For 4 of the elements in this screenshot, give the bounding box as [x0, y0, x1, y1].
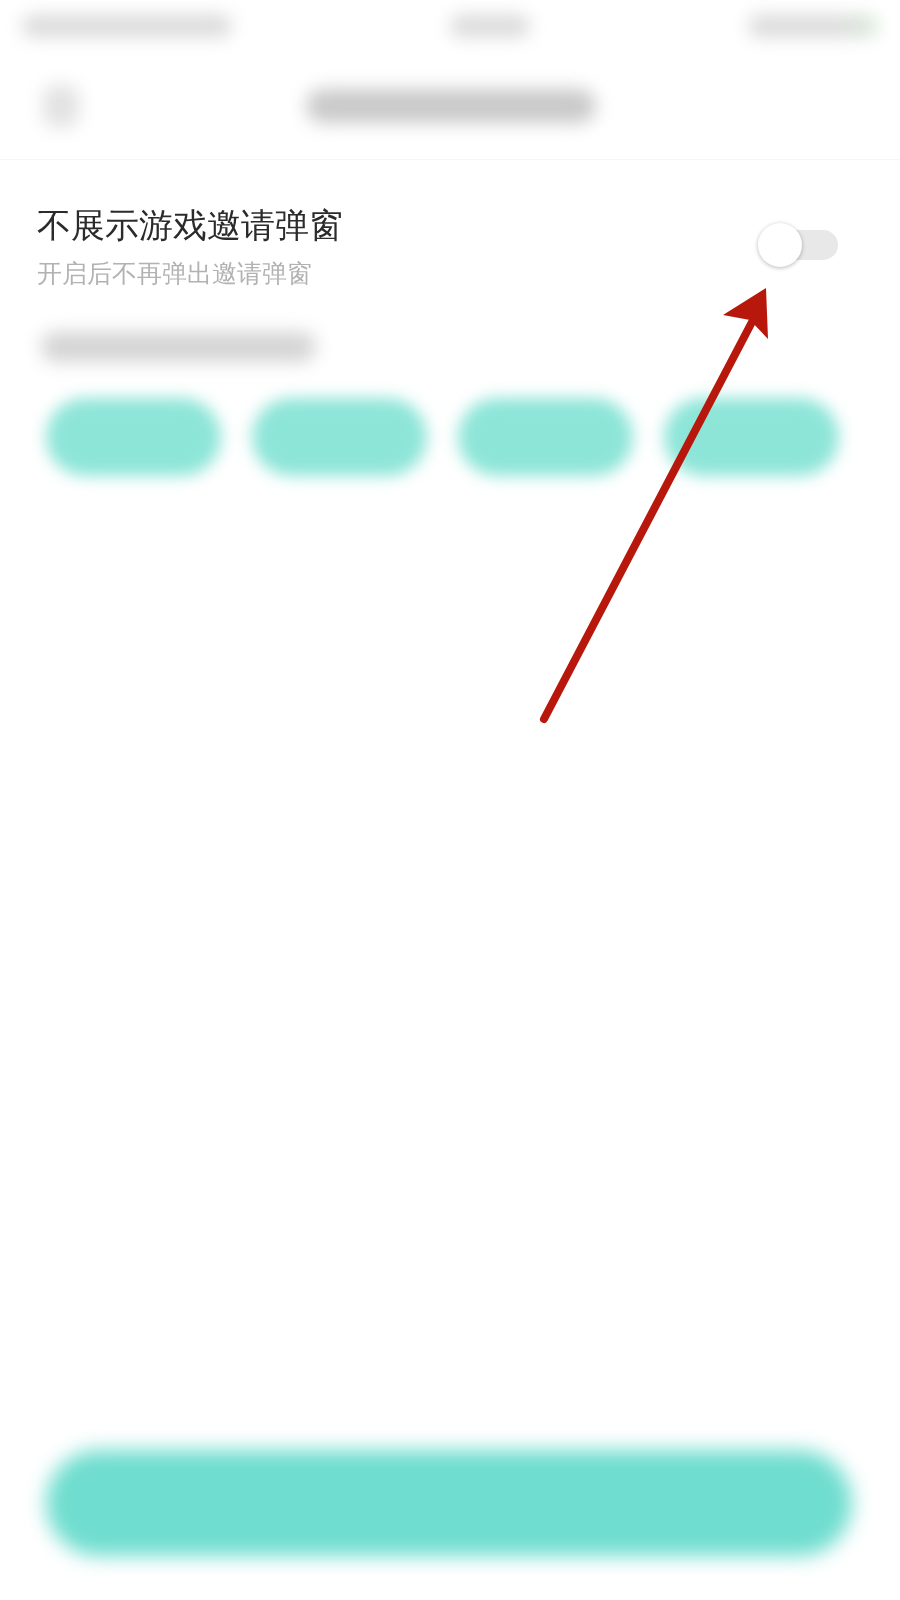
setting-description: 开启后不再弹出邀请弹窗 — [37, 258, 313, 290]
setting-title: 不展示游戏邀请弹窗 — [37, 204, 343, 246]
blurred-button[interactable] — [664, 398, 839, 476]
toggle-switch[interactable] — [758, 222, 838, 268]
